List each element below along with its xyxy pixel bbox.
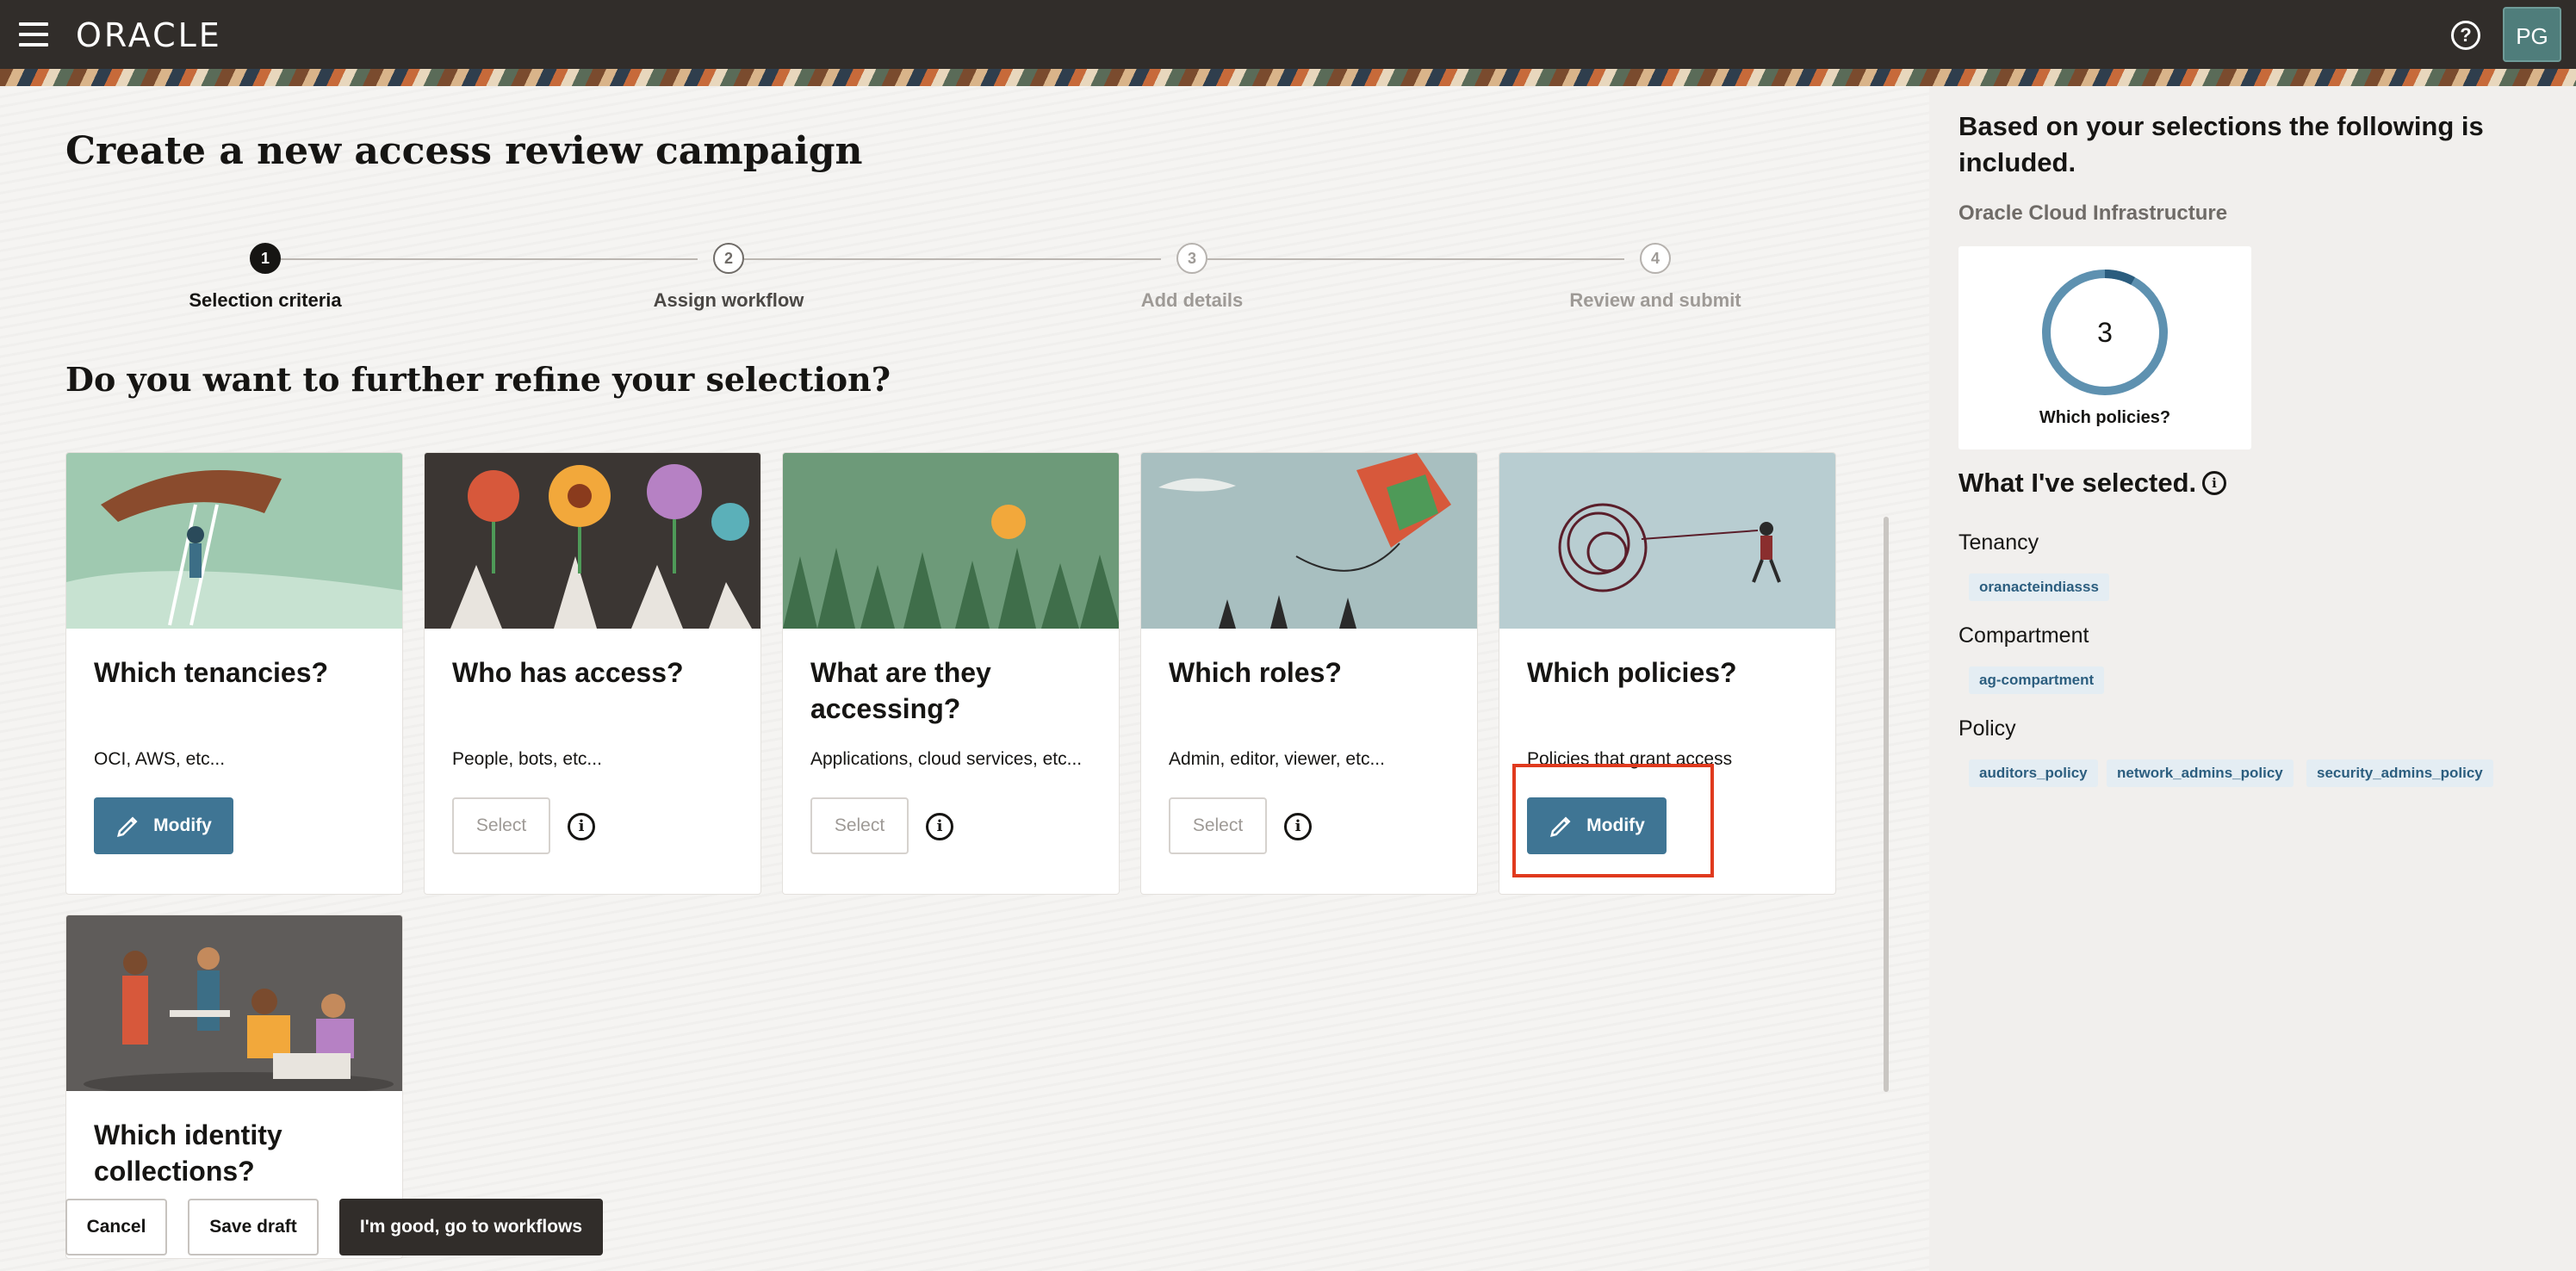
chip-policy: auditors_policy <box>1969 760 2098 787</box>
card-illustration <box>66 915 402 1091</box>
card-description: People, bots, etc... <box>452 749 602 769</box>
decorative-banner <box>0 69 2576 86</box>
main-content: Create a new access review campaign 1 Se… <box>0 86 1929 1271</box>
button-label: Modify <box>1586 815 1645 835</box>
card-what-accessing: What are they accessing? Applications, c… <box>782 452 1120 895</box>
cancel-button[interactable]: Cancel <box>65 1199 167 1256</box>
step-assign-workflow[interactable]: 2 Assign workflow <box>556 243 901 312</box>
group-label-tenancy: Tenancy <box>1958 530 2039 555</box>
donut-label: Which policies? <box>2039 408 2171 427</box>
panel-heading: Based on your selections the following i… <box>1958 111 2484 177</box>
save-draft-button[interactable]: Save draft <box>188 1199 319 1256</box>
select-roles-button[interactable]: Select <box>1169 797 1267 854</box>
card-illustration <box>1499 453 1835 629</box>
step-number: 4 <box>1640 243 1671 274</box>
card-title: Which tenancies? <box>94 657 329 688</box>
step-label: Assign workflow <box>653 289 804 311</box>
card-illustration <box>66 453 402 629</box>
scrollbar[interactable] <box>1884 517 1889 1092</box>
info-icon[interactable]: i <box>2202 471 2226 495</box>
card-which-roles: Which roles? Admin, editor, viewer, etc.… <box>1140 452 1478 895</box>
chip-compartment: ag-compartment <box>1969 666 2105 694</box>
step-number: 3 <box>1176 243 1207 274</box>
card-title: Which policies? <box>1527 657 1737 688</box>
card-illustration <box>1141 453 1477 629</box>
modify-tenancies-button[interactable]: Modify <box>94 797 233 854</box>
panel-subheading: Oracle Cloud Infrastructure <box>1958 202 2228 225</box>
summary-panel: Based on your selections the following i… <box>1929 86 2576 1271</box>
pencil-icon <box>1550 816 1571 837</box>
card-illustration <box>425 453 760 629</box>
policy-count-card: 3 Which policies? <box>1958 246 2251 450</box>
donut-value: 3 <box>2097 317 2113 348</box>
step-add-details[interactable]: 3 Add details <box>1020 243 1364 312</box>
info-icon[interactable]: i <box>1284 813 1312 840</box>
chip-policy: security_admins_policy <box>2306 760 2493 787</box>
step-number: 1 <box>250 243 281 274</box>
card-title: Which roles? <box>1169 657 1342 688</box>
menu-icon[interactable] <box>19 22 48 46</box>
section-title: Do you want to further refine your selec… <box>65 360 891 399</box>
step-review-submit[interactable]: 4 Review and submit <box>1483 243 1828 312</box>
step-number: 2 <box>713 243 744 274</box>
step-label: Review and submit <box>1569 289 1741 311</box>
info-icon[interactable]: i <box>568 813 595 840</box>
card-description: Admin, editor, viewer, etc... <box>1169 749 1385 769</box>
step-label: Selection criteria <box>189 289 342 311</box>
user-avatar[interactable]: PG <box>2503 7 2561 62</box>
step-selection-criteria[interactable]: 1 Selection criteria <box>93 243 438 312</box>
chip-policy: network_admins_policy <box>2107 760 2294 787</box>
button-label: Modify <box>153 815 212 835</box>
selected-heading: What I've selected. <box>1958 468 2197 498</box>
go-to-workflows-button[interactable]: I'm good, go to workflows <box>339 1199 603 1256</box>
card-illustration <box>783 453 1119 629</box>
help-icon[interactable]: ? <box>2451 21 2480 50</box>
chip-tenancy: oranacteindiasss <box>1969 574 2109 601</box>
card-who-has-access: Who has access? People, bots, etc... Sel… <box>424 452 761 895</box>
card-title: Who has access? <box>452 657 684 688</box>
card-title: Which identity collections? <box>94 1119 282 1187</box>
oracle-logo[interactable]: ORACLE <box>76 17 222 53</box>
card-description: Applications, cloud services, etc... <box>810 749 1083 769</box>
group-label-compartment: Compartment <box>1958 623 2089 648</box>
select-resources-button[interactable]: Select <box>810 797 909 854</box>
modify-policies-button[interactable]: Modify <box>1527 797 1667 854</box>
select-access-button[interactable]: Select <box>452 797 550 854</box>
step-label: Add details <box>1140 289 1244 311</box>
group-label-policy: Policy <box>1958 716 2016 741</box>
card-which-policies: Which policies? Policies that grant acce… <box>1499 452 1836 895</box>
card-description: Policies that grant access <box>1527 749 1733 769</box>
card-description: OCI, AWS, etc... <box>94 749 226 769</box>
info-icon[interactable]: i <box>926 813 953 840</box>
pencil-icon <box>117 816 138 837</box>
page-title: Create a new access review campaign <box>65 129 863 173</box>
top-header: ORACLE ? PG <box>0 0 2576 69</box>
card-title: What are they accessing? <box>810 657 991 724</box>
card-tenancies: Which tenancies? OCI, AWS, etc... Modify <box>65 452 403 895</box>
